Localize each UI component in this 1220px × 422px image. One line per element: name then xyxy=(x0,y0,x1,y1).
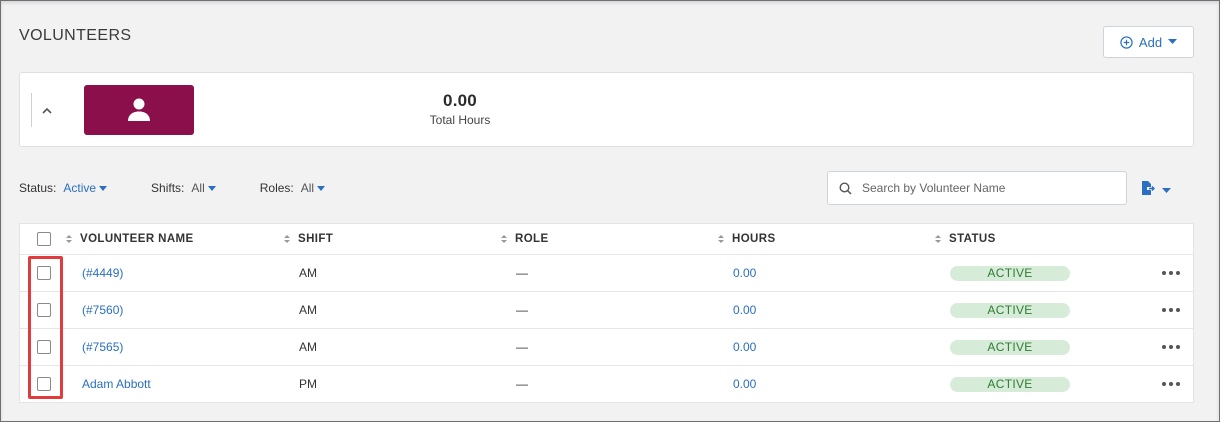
roles-filter-value: All xyxy=(300,181,315,195)
header-label: HOURS xyxy=(732,233,776,245)
row-checkbox[interactable] xyxy=(37,340,51,354)
volunteer-name-link[interactable]: (#7560) xyxy=(82,303,123,317)
sort-icon xyxy=(718,235,724,243)
shift-value: AM xyxy=(299,303,317,317)
export-file-icon xyxy=(1140,180,1156,199)
table-row: (#7560) AM — 0.00 ACTIVE xyxy=(20,291,1193,328)
shifts-filter-value: All xyxy=(191,181,205,195)
roles-filter[interactable]: Roles: All xyxy=(259,181,326,195)
row-checkbox[interactable] xyxy=(37,377,51,391)
role-value: — xyxy=(516,303,528,317)
status-filter-value: Active xyxy=(63,181,97,195)
summary-card: 0.00 Total Hours xyxy=(19,72,1194,147)
volunteer-name-link[interactable]: (#7565) xyxy=(82,340,123,354)
status-filter-label: Status: xyxy=(19,181,57,195)
volunteers-table: VOLUNTEER NAME SHIFT ROLE HOURS STATUS (… xyxy=(19,223,1194,403)
header-label: VOLUNTEER NAME xyxy=(80,233,194,245)
row-checkbox[interactable] xyxy=(37,266,51,280)
header-label: SHIFT xyxy=(298,233,334,245)
page-title: VOLUNTEERS xyxy=(19,27,132,44)
search-box xyxy=(827,171,1127,205)
sort-icon xyxy=(501,235,507,243)
header-volunteer-name[interactable]: VOLUNTEER NAME xyxy=(66,224,194,254)
table-row: Adam Abbott PM — 0.00 ACTIVE xyxy=(20,365,1193,402)
hours-link[interactable]: 0.00 xyxy=(733,303,756,317)
collapse-button[interactable] xyxy=(39,101,55,117)
role-value: — xyxy=(516,340,528,354)
hours-link[interactable]: 0.00 xyxy=(733,266,756,280)
shift-value: AM xyxy=(299,266,317,280)
status-badge: ACTIVE xyxy=(950,339,1070,355)
volunteer-name-link[interactable]: Adam Abbott xyxy=(82,377,151,391)
header-status[interactable]: STATUS xyxy=(935,224,996,254)
sort-icon xyxy=(935,235,941,243)
person-icon xyxy=(128,97,150,124)
row-checkbox[interactable] xyxy=(37,303,51,317)
status-badge: ACTIVE xyxy=(950,302,1070,318)
table-row: (#7565) AM — 0.00 ACTIVE xyxy=(20,328,1193,365)
volunteer-tile xyxy=(84,85,194,135)
filter-bar: Status: Active Shifts: All Roles: All xyxy=(19,181,369,195)
header-label: STATUS xyxy=(949,233,996,245)
add-button-label: Add xyxy=(1138,34,1163,50)
more-horizontal-icon[interactable] xyxy=(1162,382,1180,386)
caret-down-icon xyxy=(99,185,108,191)
hours-link[interactable]: 0.00 xyxy=(733,377,756,391)
status-badge: ACTIVE xyxy=(950,376,1070,392)
hours-link[interactable]: 0.00 xyxy=(733,340,756,354)
divider xyxy=(31,93,32,127)
header-shift[interactable]: SHIFT xyxy=(284,224,333,254)
search-input[interactable] xyxy=(862,181,1112,195)
total-hours-metric: 0.00 Total Hours xyxy=(405,91,515,127)
shifts-filter-label: Shifts: xyxy=(151,181,185,195)
table-row: (#4449) AM — 0.00 ACTIVE xyxy=(20,254,1193,291)
total-hours-value: 0.00 xyxy=(443,91,477,110)
select-all-cell xyxy=(37,224,51,254)
volunteer-name-link[interactable]: (#4449) xyxy=(82,266,123,280)
header-label: ROLE xyxy=(515,233,549,245)
add-button[interactable]: Add xyxy=(1103,26,1194,58)
chevron-down-icon xyxy=(1168,39,1178,45)
roles-filter-label: Roles: xyxy=(259,181,294,195)
caret-down-icon xyxy=(207,185,216,191)
shift-value: AM xyxy=(299,340,317,354)
role-value: — xyxy=(516,377,528,391)
export-button[interactable] xyxy=(1140,180,1171,199)
plus-circle-icon xyxy=(1120,35,1133,49)
search-icon xyxy=(828,181,862,195)
table-header: VOLUNTEER NAME SHIFT ROLE HOURS STATUS xyxy=(20,224,1193,254)
caret-down-icon xyxy=(317,185,326,191)
sort-icon xyxy=(66,235,72,243)
select-all-checkbox[interactable] xyxy=(37,232,51,246)
status-badge: ACTIVE xyxy=(950,265,1070,281)
shift-value: PM xyxy=(299,377,317,391)
chevron-down-icon xyxy=(1162,182,1171,197)
more-horizontal-icon[interactable] xyxy=(1162,308,1180,312)
status-filter[interactable]: Status: Active xyxy=(19,181,108,195)
role-value: — xyxy=(516,266,528,280)
total-hours-label: Total Hours xyxy=(429,113,491,127)
header-role[interactable]: ROLE xyxy=(501,224,549,254)
shifts-filter[interactable]: Shifts: All xyxy=(151,181,216,195)
more-horizontal-icon[interactable] xyxy=(1162,271,1180,275)
more-horizontal-icon[interactable] xyxy=(1162,345,1180,349)
chevron-up-icon xyxy=(42,102,52,117)
sort-icon xyxy=(284,235,290,243)
header-hours[interactable]: HOURS xyxy=(718,224,776,254)
